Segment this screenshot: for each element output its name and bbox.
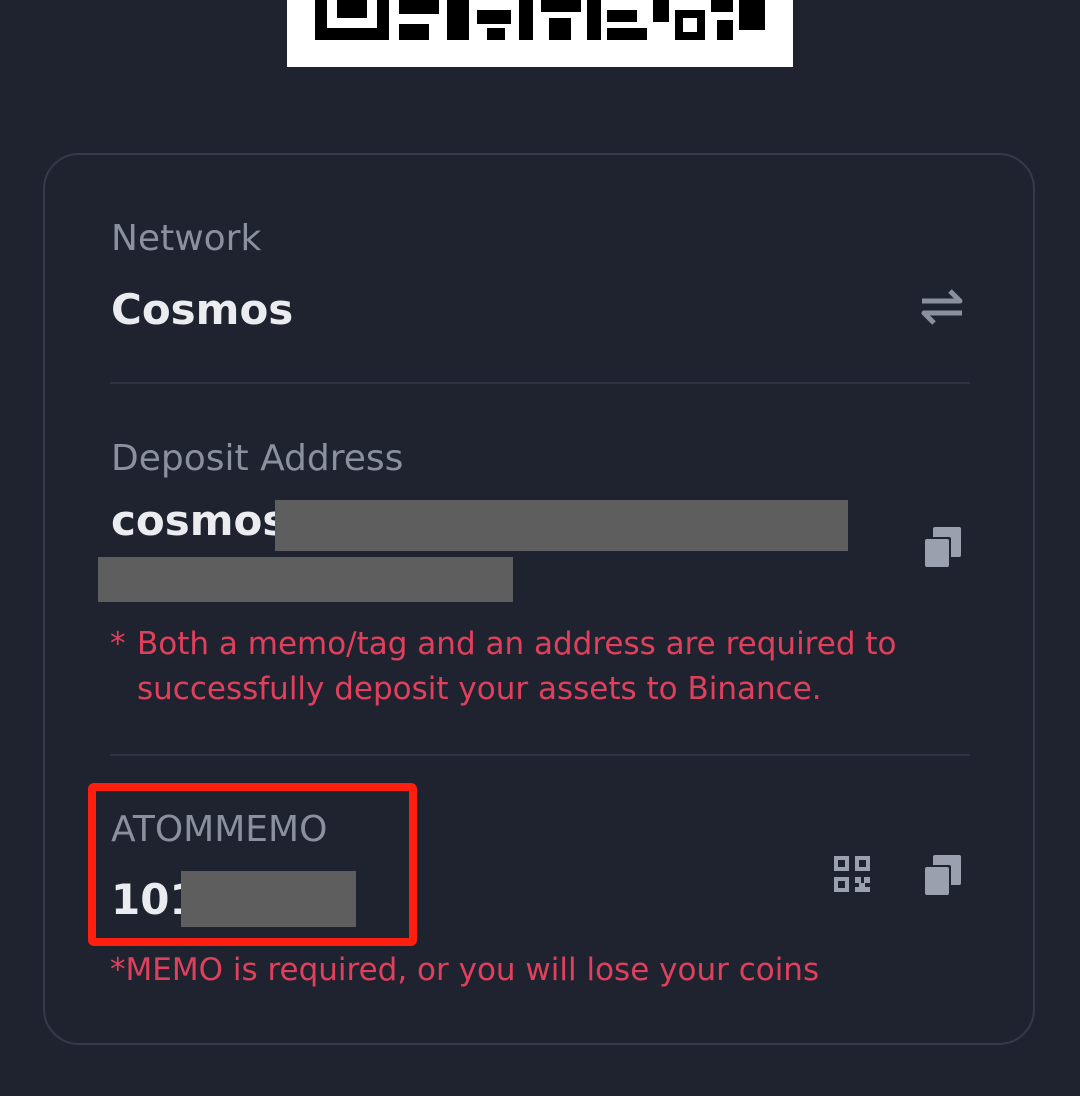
memo-warning: *MEMO is required, or you will lose your…: [110, 952, 820, 988]
deposit-warning-star: *: [110, 626, 126, 662]
swap-arrows-icon[interactable]: [920, 287, 964, 327]
deposit-qr-code: [287, 0, 793, 67]
divider: [110, 382, 970, 384]
redacted-address-part: [98, 557, 513, 602]
copy-icon[interactable]: [923, 855, 961, 895]
qr-code-icon[interactable]: [834, 856, 870, 892]
network-label: Network: [111, 218, 262, 259]
redacted-address-part: [275, 500, 848, 551]
deposit-warning-line2: successfully deposit your assets to Bina…: [137, 671, 822, 707]
deposit-warning-line1: Both a memo/tag and an address are requi…: [137, 626, 897, 662]
memo-highlight-box: [88, 783, 417, 946]
divider: [110, 754, 970, 756]
network-value: Cosmos: [111, 285, 294, 334]
copy-icon[interactable]: [923, 527, 961, 567]
deposit-address-label: Deposit Address: [111, 438, 404, 479]
